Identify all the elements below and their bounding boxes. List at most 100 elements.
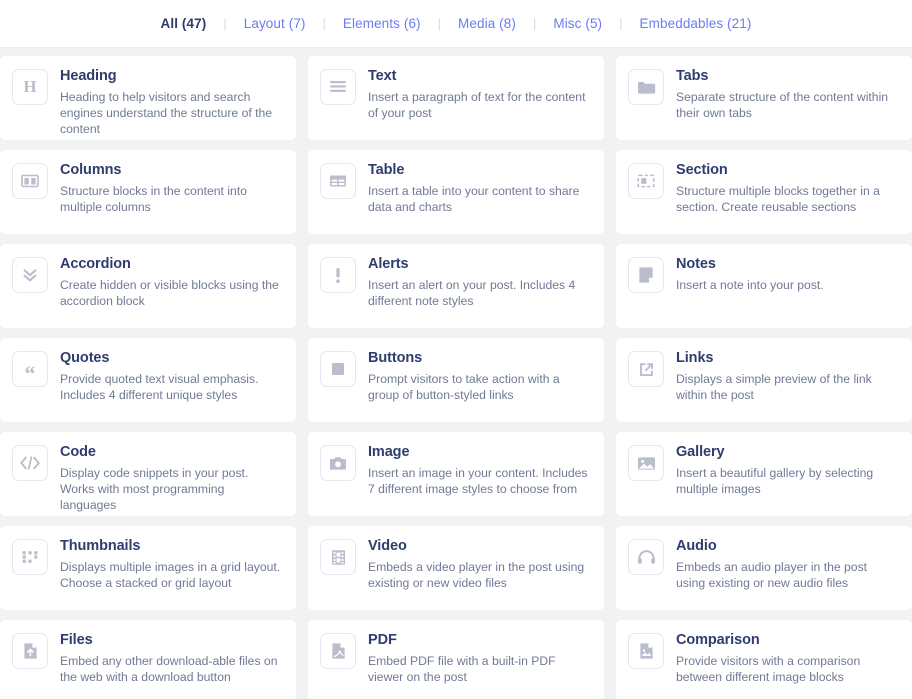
- block-card-title: Gallery: [676, 444, 725, 460]
- block-card-title: Columns: [60, 162, 122, 178]
- block-card-description: Displays a simple preview of the link wi…: [676, 372, 872, 402]
- section-icon: [628, 163, 664, 199]
- block-card-body: PDF Embed PDF file with a built-in PDF vi…: [368, 632, 590, 685]
- block-card[interactable]: Gallery Insert a beautiful gallery by sel…: [616, 432, 912, 516]
- filter-tab-embeddables[interactable]: Embeddables (21): [626, 0, 766, 48]
- quote-marks-icon: “: [12, 351, 48, 387]
- block-card-body: Notes Insert a note into your post.: [676, 256, 898, 293]
- block-card-description: Embed PDF file with a built-in PDF viewe…: [368, 654, 556, 684]
- block-card[interactable]: “ Quotes Provide quoted text visual emphas…: [0, 338, 296, 422]
- block-card[interactable]: Section Structure multiple blocks togethe…: [616, 150, 912, 234]
- block-card-description: Insert an image in your content. Include…: [368, 466, 588, 496]
- block-card-title: Comparison: [676, 632, 760, 648]
- block-card-description: Insert an alert on your post. Includes 4…: [368, 278, 576, 308]
- chevron-double-down-icon: [12, 257, 48, 293]
- block-card[interactable]: Alerts Insert an alert on your post. Incl…: [308, 244, 604, 328]
- block-card-body: Tabs Separate structure of the content wi…: [676, 68, 898, 121]
- block-card-body: Heading Heading to help visitors and sear…: [60, 68, 282, 137]
- block-card-body: Accordion Create hidden or visible blocks…: [60, 256, 282, 309]
- pdf-file-icon: [320, 633, 356, 669]
- block-card[interactable]: Text Insert a paragraph of text for the c…: [308, 56, 604, 140]
- block-card-title: Thumbnails: [60, 538, 141, 554]
- filter-tab-separator: |: [322, 16, 326, 31]
- block-card-description: Provide quoted text visual emphasis. Inc…: [60, 372, 259, 402]
- block-card[interactable]: Image Insert an image in your content. In…: [308, 432, 604, 516]
- block-card-body: Files Embed any other download-able files…: [60, 632, 282, 685]
- filter-tab-all[interactable]: All (47): [147, 0, 221, 48]
- block-card-description: Display code snippets in your post. Work…: [60, 466, 249, 512]
- block-card[interactable]: Code Display code snippets in your post. …: [0, 432, 296, 516]
- block-card[interactable]: Comparison Provide visitors with a compar…: [616, 620, 912, 699]
- block-card-title: Accordion: [60, 256, 131, 272]
- filter-tab-elements[interactable]: Elements (6): [329, 0, 435, 48]
- text-lines-icon: [320, 69, 356, 105]
- filter-tab-separator: |: [619, 16, 623, 31]
- block-card-description: Structure blocks in the content into mul…: [60, 184, 247, 214]
- block-card-body: Audio Embeds an audio player in the post …: [676, 538, 898, 591]
- code-brackets-icon: [12, 445, 48, 481]
- gallery-picture-icon: [628, 445, 664, 481]
- block-card[interactable]: Tabs Separate structure of the content wi…: [616, 56, 912, 140]
- block-card-body: Table Insert a table into your content to…: [368, 162, 590, 215]
- exclamation-icon: [320, 257, 356, 293]
- block-card[interactable]: Video Embeds a video player in the post u…: [308, 526, 604, 610]
- block-card[interactable]: Thumbnails Displays multiple images in a …: [0, 526, 296, 610]
- block-card-title: Quotes: [60, 350, 110, 366]
- block-card-title: Audio: [676, 538, 717, 554]
- block-card-body: Section Structure multiple blocks togethe…: [676, 162, 898, 215]
- block-card-description: Heading to help visitors and search engi…: [60, 90, 273, 136]
- block-card-title: Buttons: [368, 350, 423, 366]
- block-card-description: Separate structure of the content within…: [676, 90, 889, 120]
- film-strip-icon: [320, 539, 356, 575]
- filter-tab-media[interactable]: Media (8): [444, 0, 530, 48]
- block-card[interactable]: Files Embed any other download-able files…: [0, 620, 296, 699]
- block-card[interactable]: PDF Embed PDF file with a built-in PDF vi…: [308, 620, 604, 699]
- block-card-description: Embeds a video player in the post using …: [368, 560, 585, 590]
- block-card-title: Code: [60, 444, 96, 460]
- block-card-grid: H Heading Heading to help visitors and sea…: [0, 48, 912, 699]
- file-upload-icon: [12, 633, 48, 669]
- comparison-image-icon: [628, 633, 664, 669]
- block-card-description: Provide visitors with a comparison betwe…: [676, 654, 861, 684]
- block-card-description: Create hidden or visible blocks using th…: [60, 278, 279, 308]
- block-card-description: Insert a paragraph of text for the conte…: [368, 90, 586, 120]
- block-card-description: Insert a note into your post.: [676, 278, 824, 292]
- block-card[interactable]: Accordion Create hidden or visible blocks…: [0, 244, 296, 328]
- block-card[interactable]: Links Displays a simple preview of the li…: [616, 338, 912, 422]
- camera-icon: [320, 445, 356, 481]
- block-card[interactable]: Buttons Prompt visitors to take action wi…: [308, 338, 604, 422]
- note-page-icon: [628, 257, 664, 293]
- thumbnail-dots-icon: [12, 539, 48, 575]
- heading-h-icon: H: [12, 69, 48, 105]
- block-card[interactable]: Notes Insert a note into your post.: [616, 244, 912, 328]
- block-card[interactable]: H Heading Heading to help visitors and sea…: [0, 56, 296, 140]
- block-card-body: Columns Structure blocks in the content i…: [60, 162, 282, 215]
- filter-tab-separator: |: [532, 16, 537, 31]
- block-card[interactable]: Columns Structure blocks in the content i…: [0, 150, 296, 234]
- block-library-page: All (47) | Layout (7) | Elements (6) | Media (…: [0, 0, 912, 699]
- table-grid-icon: [320, 163, 356, 199]
- block-card-description: Structure multiple blocks together in a …: [676, 184, 880, 214]
- button-square-icon: [320, 351, 356, 387]
- block-card-title: Table: [368, 162, 405, 178]
- block-card-body: Image Insert an image in your content. In…: [368, 444, 590, 497]
- filter-tab-misc[interactable]: Misc (5): [539, 0, 616, 48]
- columns-icon: [12, 163, 48, 199]
- block-card-description: Insert a table into your content to shar…: [368, 184, 580, 214]
- block-card-description: Embeds an audio player in the post using…: [676, 560, 868, 590]
- block-card-body: Video Embeds a video player in the post u…: [368, 538, 590, 591]
- block-card[interactable]: Audio Embeds an audio player in the post …: [616, 526, 912, 610]
- block-card-title: Video: [368, 538, 407, 554]
- filter-tab-layout[interactable]: Layout (7): [230, 0, 320, 48]
- block-card[interactable]: Table Insert a table into your content to…: [308, 150, 604, 234]
- block-card-body: Comparison Provide visitors with a compar…: [676, 632, 898, 685]
- block-card-body: Buttons Prompt visitors to take action wi…: [368, 350, 590, 403]
- block-card-body: Thumbnails Displays multiple images in a …: [60, 538, 282, 591]
- block-card-body: Code Display code snippets in your post. …: [60, 444, 282, 513]
- block-card-title: PDF: [368, 632, 397, 648]
- block-card-title: Tabs: [676, 68, 709, 84]
- block-card-description: Embed any other download-able files on t…: [60, 654, 278, 684]
- tabs-folder-icon: [628, 69, 664, 105]
- block-card-title: Heading: [60, 68, 117, 84]
- filter-tab-separator: |: [223, 16, 227, 31]
